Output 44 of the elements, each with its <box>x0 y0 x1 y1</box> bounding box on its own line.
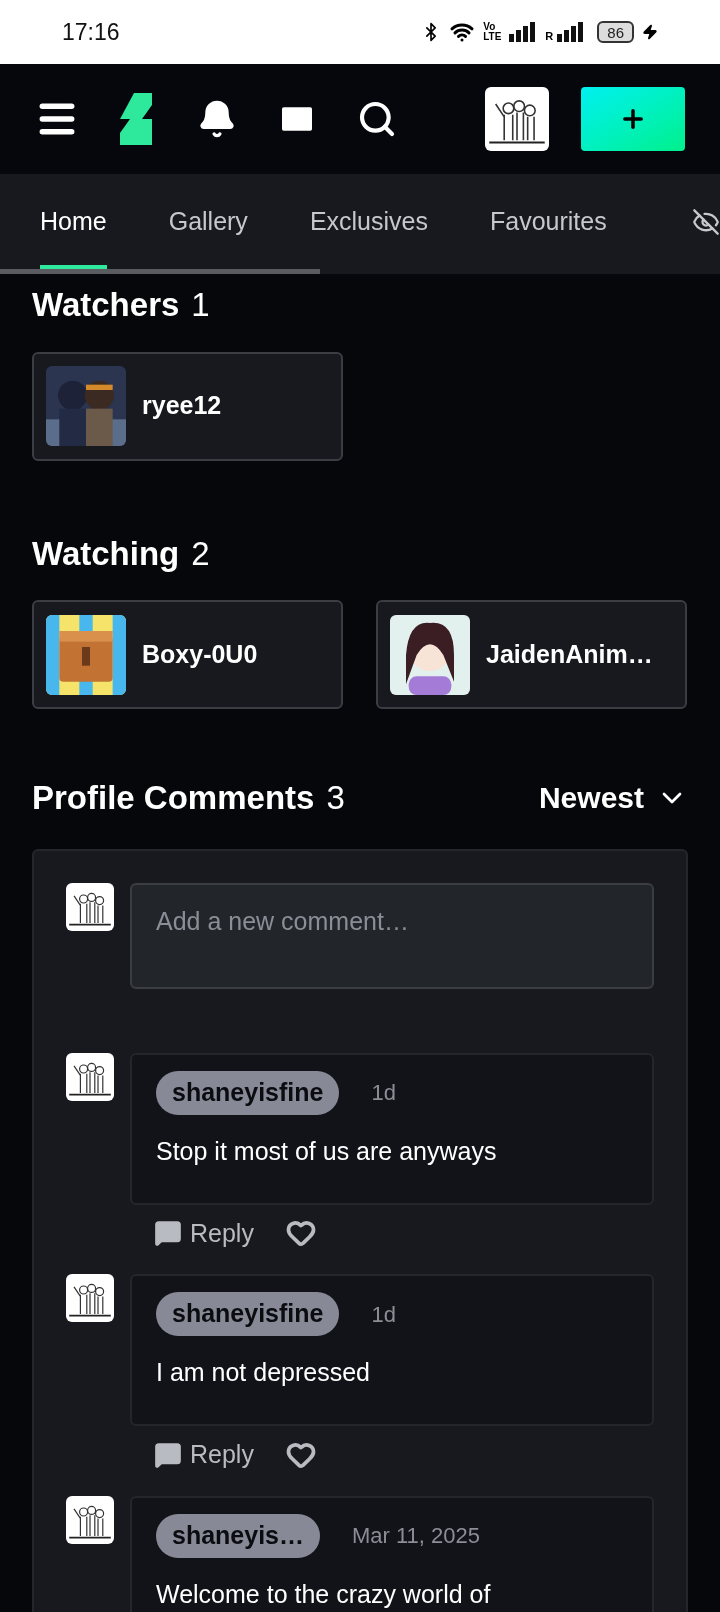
user-card[interactable]: Boxy-0U0 <box>32 600 343 709</box>
comment-text: Stop it most of us are anyways <box>156 1135 498 1167</box>
sort-dropdown[interactable]: Newest <box>538 775 688 821</box>
reply-button[interactable]: Reply <box>154 1436 254 1474</box>
create-button[interactable] <box>581 87 685 151</box>
user-card[interactable]: ryee12 <box>32 351 343 461</box>
comment-time: Mar 11, 2025 <box>352 1522 481 1550</box>
volte-label: Vo <box>483 22 497 32</box>
signal-icon <box>509 22 538 42</box>
tab[interactable]: Exclusives <box>309 174 428 269</box>
section-count: 3 <box>326 778 345 818</box>
comment-icon <box>154 1219 182 1248</box>
comment-icon <box>154 1440 182 1469</box>
logo-icon[interactable] <box>119 93 153 145</box>
search-icon[interactable] <box>357 99 397 139</box>
comment-text: Welcome to the crazy world of <box>156 1578 492 1610</box>
signal-icon <box>557 22 586 42</box>
tab[interactable]: Home <box>40 174 107 269</box>
author-tag[interactable]: shaneyisfine <box>156 1070 340 1115</box>
comment-field[interactable]: Add a new comment… <box>130 882 654 989</box>
comment-time: 1d <box>371 1300 396 1329</box>
tab[interactable]: Favourites <box>489 174 607 269</box>
section-count: 1 <box>191 285 210 325</box>
section-title: Profile Comments <box>32 778 315 818</box>
username: Boxy-0U0 <box>142 638 258 670</box>
tab[interactable]: Gallery <box>168 174 248 269</box>
username: ryee12 <box>142 390 222 422</box>
comment-time: 1d <box>371 1079 396 1107</box>
user-card[interactable]: JaidenAnim… <box>376 600 687 709</box>
username: JaidenAnim… <box>486 638 653 670</box>
section-title: Watching <box>32 533 180 574</box>
section-title: Watchers <box>32 285 180 325</box>
roaming-label: R <box>545 28 554 44</box>
section-count: 2 <box>191 533 210 574</box>
reply-button[interactable]: Reply <box>154 1214 254 1252</box>
volte-label: LTE <box>483 32 502 42</box>
heart-icon[interactable] <box>285 1218 316 1249</box>
author-tag[interactable]: shaneyis… <box>156 1513 320 1558</box>
comment-text: I am not depressed <box>156 1357 371 1388</box>
battery-level: 86 <box>597 21 634 43</box>
author-tag[interactable]: shaneyisfine <box>156 1292 340 1336</box>
hidden-icon[interactable] <box>692 207 720 236</box>
clock: 17:16 <box>62 17 120 47</box>
notifications-icon[interactable] <box>197 99 237 139</box>
